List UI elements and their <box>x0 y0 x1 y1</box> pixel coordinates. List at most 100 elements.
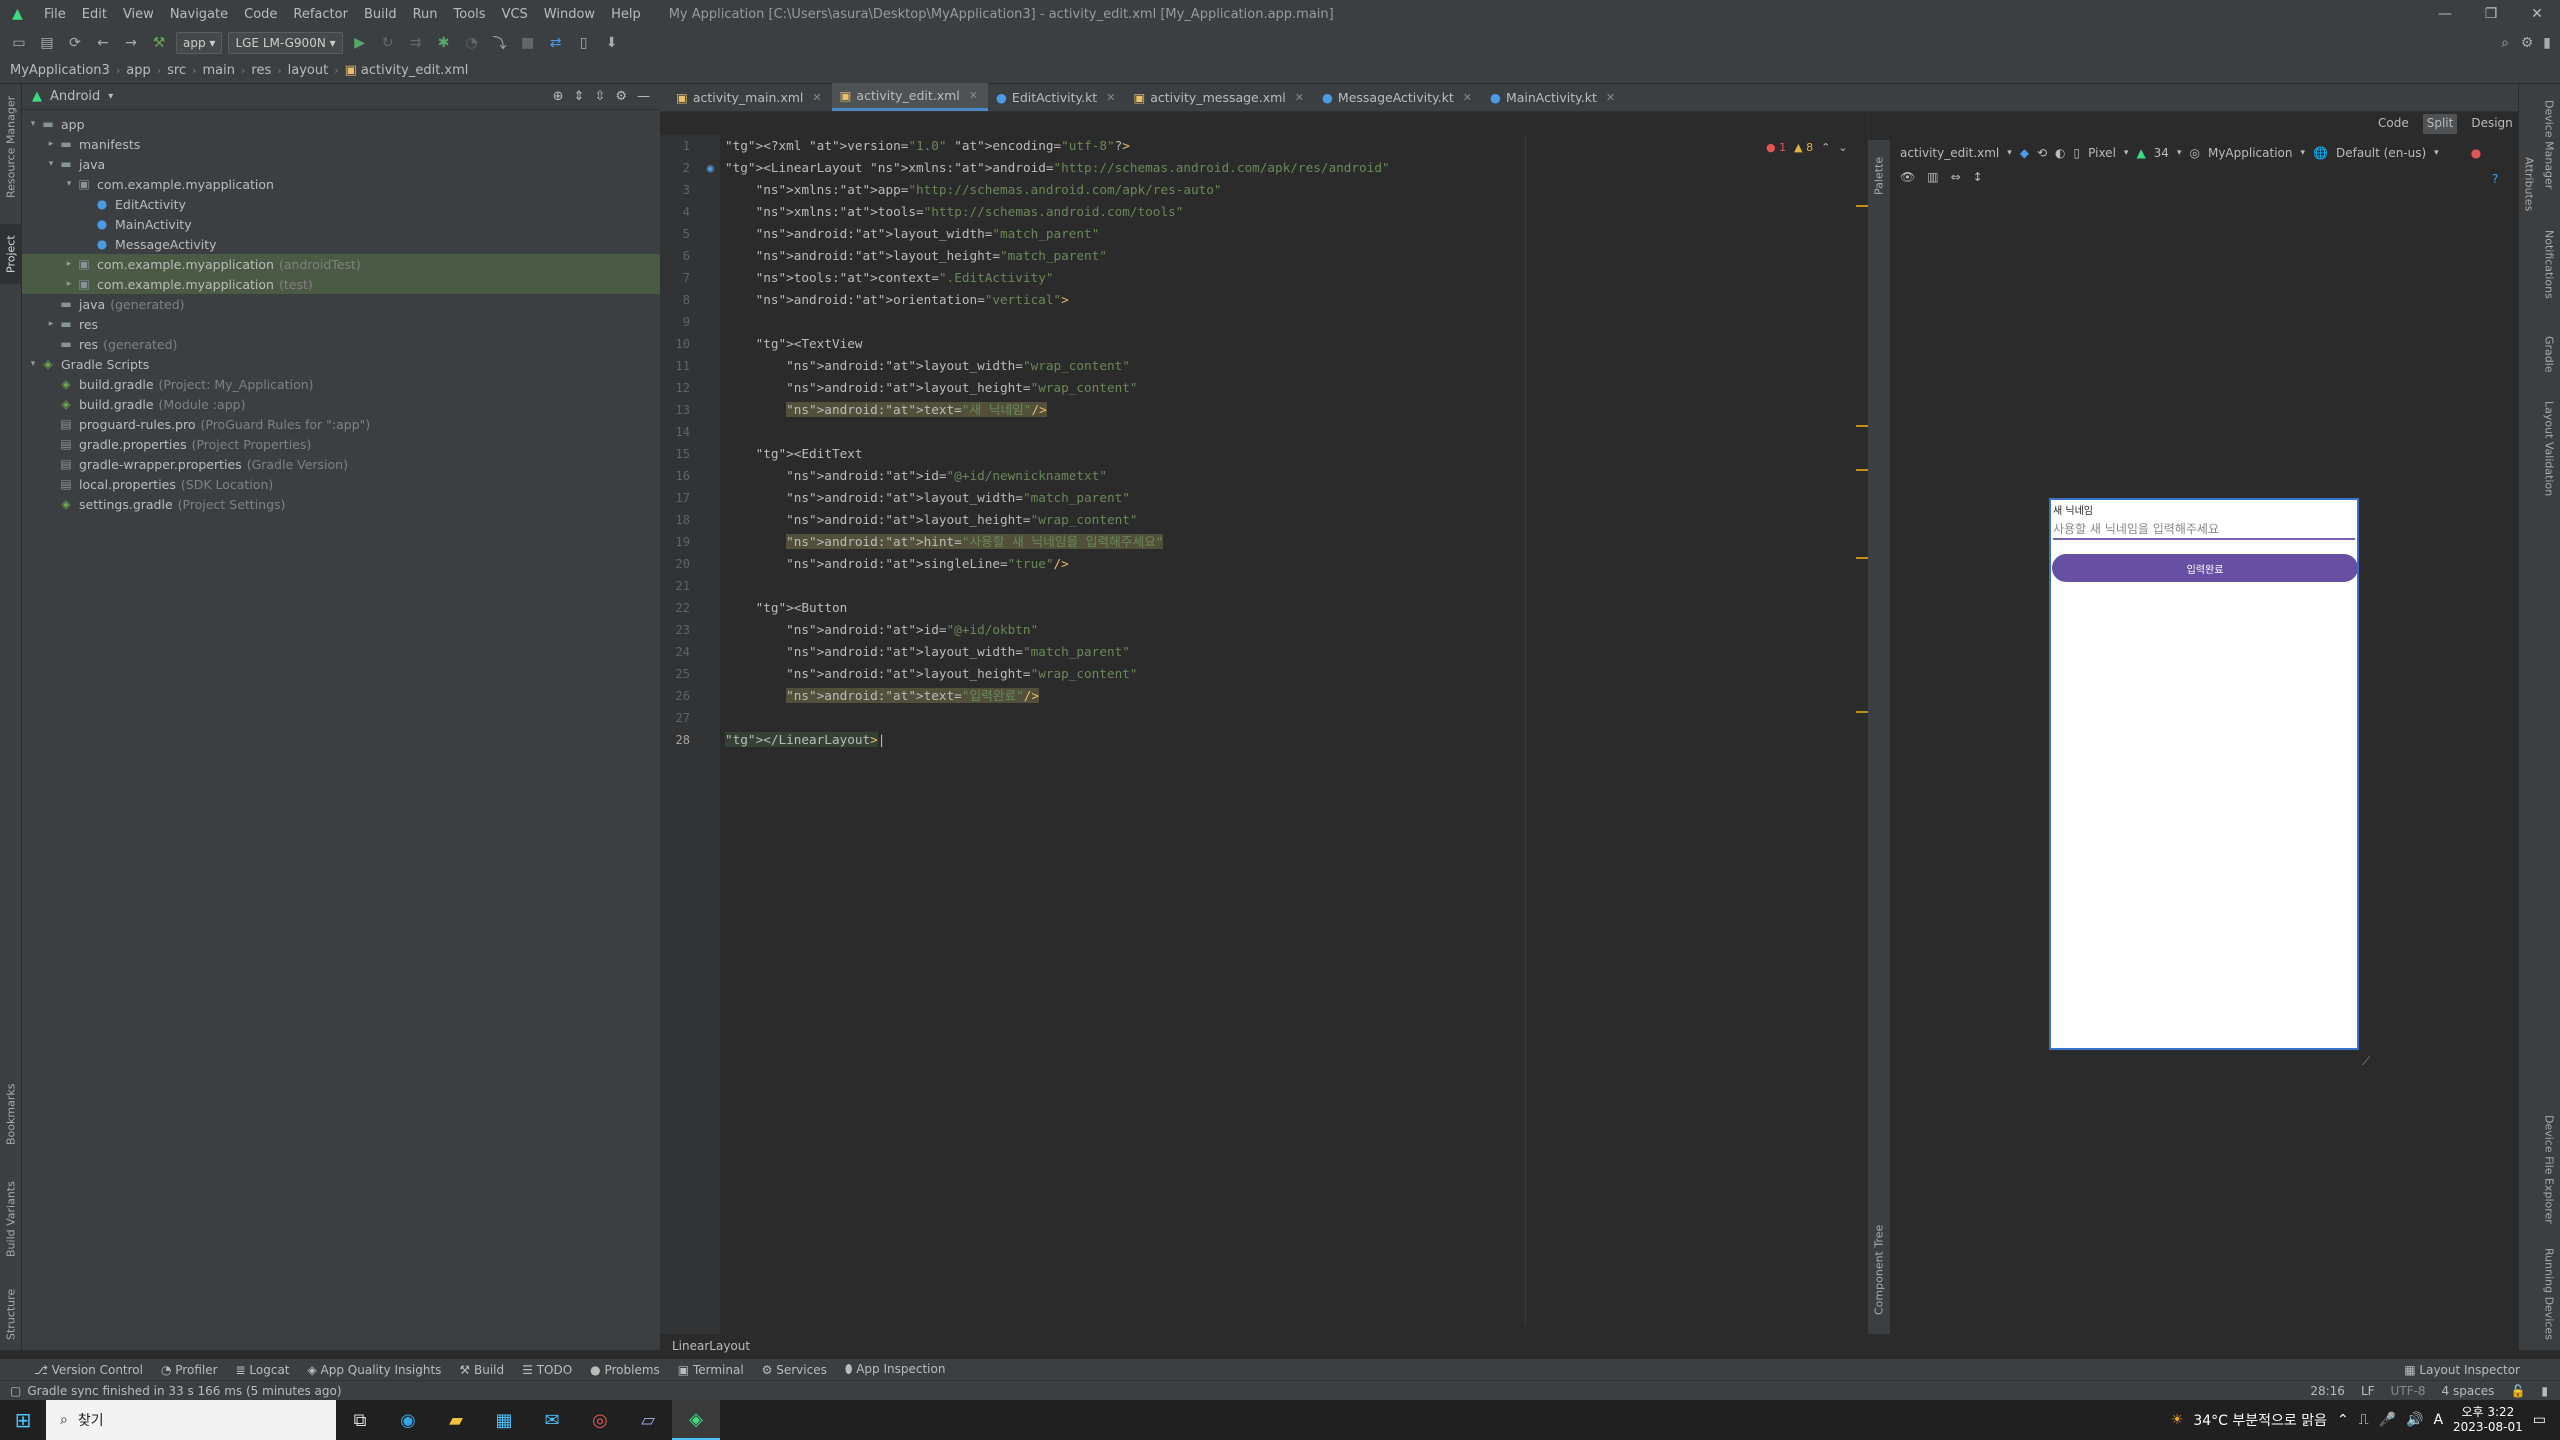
preview-button[interactable]: 입력완료 <box>2052 554 2358 582</box>
tree-item[interactable]: ▤ local.properties (SDK Location) <box>22 474 660 494</box>
chevron-down-icon[interactable]: ▾ <box>108 91 113 102</box>
menu-tools[interactable]: Tools <box>446 7 494 22</box>
editor-tab[interactable]: ● EditActivity.kt ✕ <box>988 83 1125 111</box>
device-file-explorer-tab[interactable]: Device File Explorer <box>2539 1104 2559 1234</box>
tree-item[interactable]: ▤ proguard-rules.pro (ProGuard Rules for "… <box>22 414 660 434</box>
memory-icon[interactable]: ▮ <box>2541 1384 2548 1398</box>
sync-icon[interactable]: ⟳ <box>64 32 86 54</box>
design-mode-button[interactable]: Design <box>2467 114 2516 134</box>
tree-item[interactable]: ● EditActivity <box>22 194 660 214</box>
editor-tab[interactable]: ▣ activity_main.xml ✕ <box>668 83 832 111</box>
bookmarks-tab[interactable]: Bookmarks <box>0 1074 22 1154</box>
tree-item[interactable]: ● MainActivity <box>22 214 660 234</box>
tree-item[interactable]: ▾ ▣ com.example.myapplication <box>22 174 660 194</box>
menu-run[interactable]: Run <box>405 7 446 22</box>
app-inspection-tab[interactable]: ⬮ App Inspection <box>845 1362 946 1377</box>
orientation-icon[interactable]: ⟲ <box>2037 146 2047 160</box>
weather-text[interactable]: 34°C 부분적으로 맑음 <box>2193 1410 2327 1430</box>
menu-code[interactable]: Code <box>236 7 285 22</box>
back-icon[interactable]: ← <box>92 32 114 54</box>
hide-panel-icon[interactable]: — <box>637 89 650 104</box>
run-icon[interactable]: ▶ <box>349 32 371 54</box>
eye-icon[interactable]: 👁 <box>1900 170 1915 184</box>
close-tab-icon[interactable]: ✕ <box>1463 91 1472 104</box>
task-view-icon[interactable]: ⧉ <box>336 1400 384 1440</box>
expand-arrow-icon[interactable]: ▸ <box>44 319 58 329</box>
close-tab-icon[interactable]: ✕ <box>1106 91 1115 104</box>
ide-update-icon[interactable]: ▮ <box>2536 32 2558 54</box>
tree-item[interactable]: ◈ settings.gradle (Project Settings) <box>22 494 660 514</box>
tree-item[interactable]: ▸ ▣ com.example.myapplication (test) <box>22 274 660 294</box>
status-message[interactable]: Gradle sync finished in 33 s 166 ms (5 m… <box>27 1384 341 1398</box>
search-icon[interactable]: ⌕ <box>2494 32 2516 54</box>
edge-browser-icon[interactable]: ◉ <box>384 1400 432 1440</box>
design-surface-icon[interactable]: ◆ <box>2020 146 2029 160</box>
build-tab[interactable]: ⚒ Build <box>459 1363 504 1377</box>
menu-help[interactable]: Help <box>603 7 649 22</box>
code-editor[interactable]: "tg"><?xml "at">version="1.0" "at">encod… <box>725 135 1865 1335</box>
expand-arrow-icon[interactable]: ▸ <box>62 259 76 269</box>
sync-gradle-icon[interactable]: ⇄ <box>545 32 567 54</box>
minimize-icon[interactable]: — <box>2422 0 2468 28</box>
open-folder-icon[interactable]: ▭ <box>8 32 30 54</box>
expand-arrow-icon[interactable]: ▸ <box>44 139 58 149</box>
expand-arrow-icon[interactable]: ▾ <box>44 159 58 169</box>
menu-edit[interactable]: Edit <box>74 7 115 22</box>
expand-arrow-icon[interactable]: ▸ <box>62 279 76 289</box>
mail-icon[interactable]: ✉ <box>528 1400 576 1440</box>
profiler-tab[interactable]: ◔ Profiler <box>161 1363 218 1377</box>
menu-view[interactable]: View <box>115 7 162 22</box>
line-separator[interactable]: LF <box>2361 1384 2375 1398</box>
device-select[interactable]: Pixel <box>2088 146 2116 160</box>
breadcrumb-item[interactable]: layout <box>288 63 329 78</box>
editor-tab[interactable]: ▣ activity_message.xml ✕ <box>1125 83 1314 111</box>
volume-icon[interactable]: 🔊 <box>2406 1412 2423 1428</box>
editor-tab[interactable]: ● MainActivity.kt ✕ <box>1482 83 1625 111</box>
tree-item[interactable]: ◈ build.gradle (Module :app) <box>22 394 660 414</box>
breadcrumb-item[interactable]: activity_edit.xml <box>361 63 468 78</box>
night-mode-icon[interactable]: ◐ <box>2055 146 2065 160</box>
save-all-icon[interactable]: ▤ <box>36 32 58 54</box>
debug-icon[interactable]: ✱ <box>433 32 455 54</box>
blueprint-icon[interactable]: ▥ <box>1927 170 1938 184</box>
resize-handle-icon[interactable]: ⟋ <box>2362 1054 2370 1069</box>
inspection-widget[interactable]: ● 1 ▲ 8 ⌃ ⌄ <box>1766 141 1848 154</box>
preview-edittext[interactable]: 사용할 새 닉네임을 입력해주세요 <box>2053 514 2355 540</box>
breadcrumb-item[interactable]: app <box>126 63 150 78</box>
logcat-tab[interactable]: ≣ Logcat <box>236 1363 290 1377</box>
rerun-icon[interactable]: ↻ <box>377 32 399 54</box>
breadcrumb-item[interactable]: main <box>203 63 235 78</box>
notifications-tab[interactable]: Notifications <box>2539 214 2559 314</box>
gradle-tab[interactable]: Gradle <box>2539 324 2559 384</box>
taskbar-search[interactable]: ⌕ 찾기 <box>46 1400 336 1440</box>
expand-arrow-icon[interactable]: ▾ <box>26 359 40 369</box>
theme-select[interactable]: MyApplication <box>2208 146 2293 160</box>
tree-item[interactable]: ▸ ▬ manifests <box>22 134 660 154</box>
file-encoding[interactable]: UTF-8 <box>2391 1384 2426 1398</box>
ime-indicator[interactable]: A <box>2433 1412 2443 1428</box>
expand-all-icon[interactable]: ⇕ <box>574 89 585 104</box>
running-devices-tab[interactable]: Running Devices <box>2539 1244 2559 1344</box>
restore-icon[interactable]: ❐ <box>2468 0 2514 28</box>
device-manager-tab[interactable]: Device Manager <box>2539 90 2559 200</box>
terminal-tab[interactable]: ▣ Terminal <box>678 1363 744 1377</box>
breadcrumb-item[interactable]: MyApplication3 <box>10 63 110 78</box>
windows-start-icon[interactable]: ⊞ <box>0 1408 46 1432</box>
xml-path-label[interactable]: LinearLayout <box>672 1339 750 1353</box>
expand-arrow-icon[interactable]: ▾ <box>26 119 40 129</box>
menu-window[interactable]: Window <box>536 7 603 22</box>
tree-item[interactable]: ▸ ▣ com.example.myapplication (androidTest) <box>22 254 660 274</box>
build-variants-tab[interactable]: Build Variants <box>0 1169 22 1269</box>
tree-item[interactable]: ▬ java (generated) <box>22 294 660 314</box>
stop-icon[interactable]: ■ <box>517 32 539 54</box>
tree-item[interactable]: ▸ ▬ res <box>22 314 660 334</box>
next-highlight-icon[interactable]: ⌄ <box>1838 141 1847 154</box>
attributes-tab[interactable]: Attributes <box>2519 144 2539 224</box>
project-view-select[interactable]: Android <box>50 89 100 104</box>
split-mode-button[interactable]: Split <box>2422 114 2458 134</box>
device-select[interactable]: LGE LM-G900N ▾ <box>228 32 343 54</box>
close-tab-icon[interactable]: ✕ <box>1295 91 1304 104</box>
menu-build[interactable]: Build <box>356 7 405 22</box>
close-icon[interactable]: ✕ <box>2514 0 2560 28</box>
network-icon[interactable]: ⎍ <box>2359 1412 2369 1428</box>
